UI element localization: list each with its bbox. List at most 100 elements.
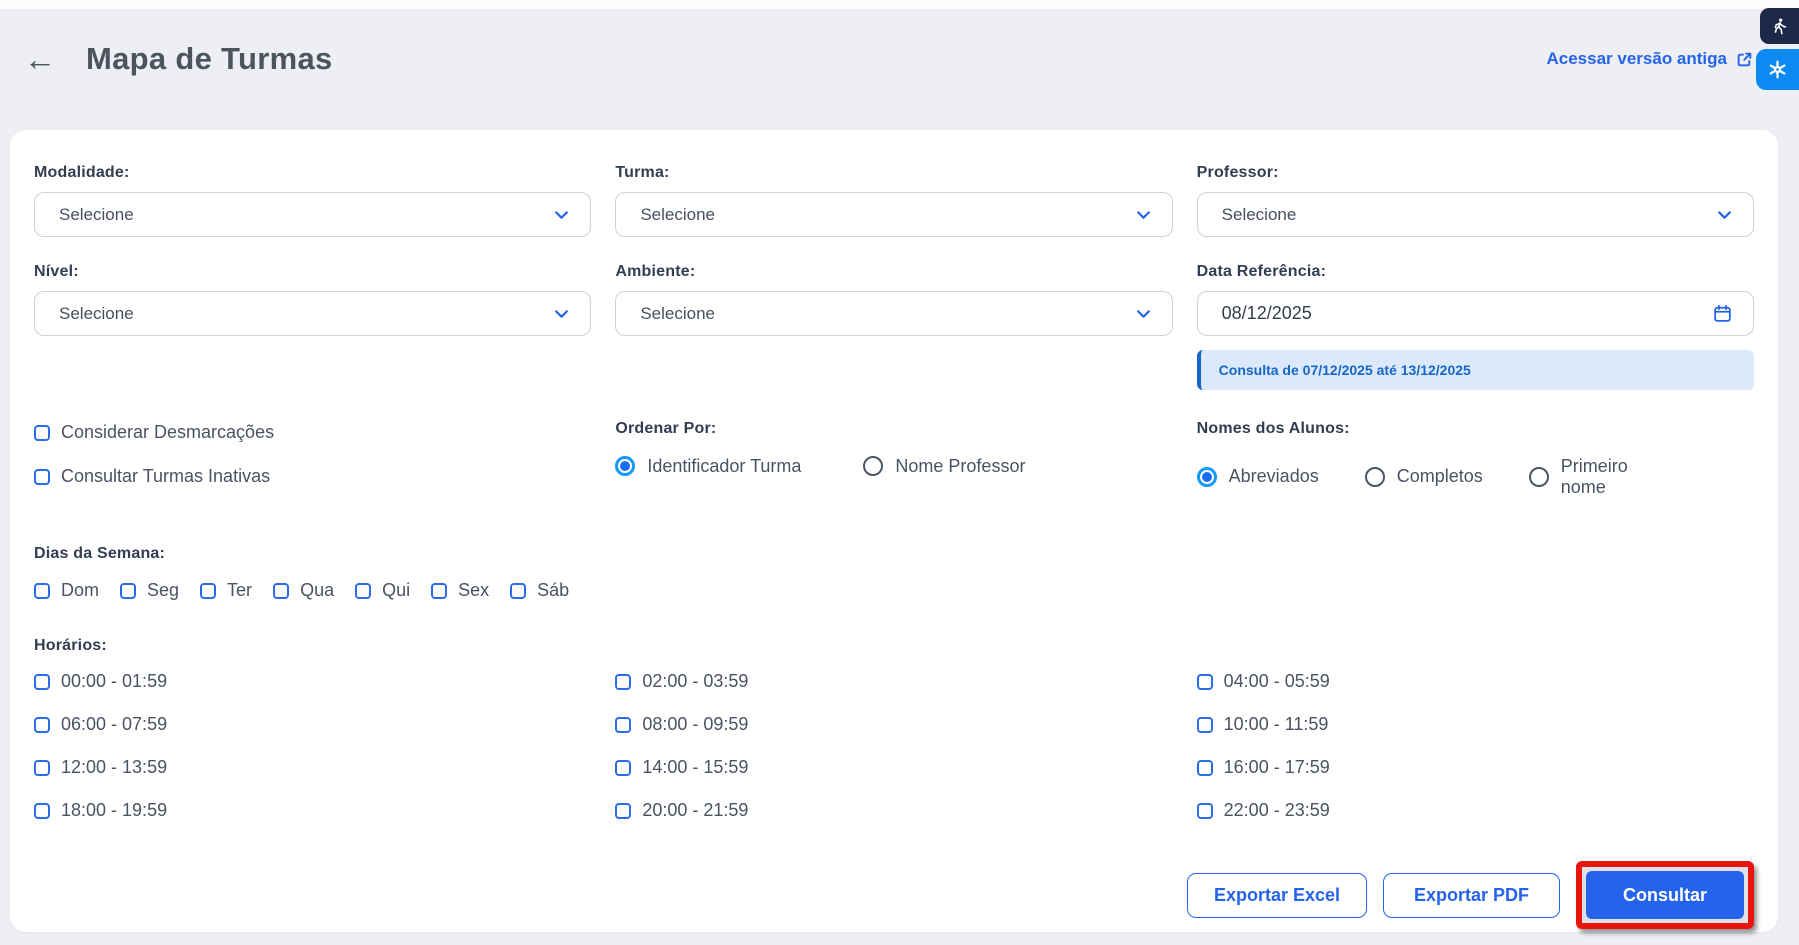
checkbox-horario-22-23[interactable]: 22:00 - 23:59	[1197, 800, 1754, 821]
dias-semana-group: Dias da Semana: Dom Seg Ter Qua Qui	[34, 545, 1754, 601]
checkbox-label: 20:00 - 21:59	[642, 800, 748, 821]
checkbox-box[interactable]	[1197, 717, 1213, 733]
professor-select[interactable]: Selecione	[1197, 192, 1754, 237]
checkbox-box[interactable]	[1197, 803, 1213, 819]
export-pdf-button[interactable]: Exportar PDF	[1383, 873, 1560, 918]
checkbox-consultar-turmas-inativas[interactable]: Consultar Turmas Inativas	[34, 466, 591, 487]
checkbox-box[interactable]	[615, 803, 631, 819]
checkbox-dom[interactable]: Dom	[34, 580, 99, 601]
chevron-down-icon	[1135, 206, 1152, 223]
checkbox-box[interactable]	[34, 469, 50, 485]
calendar-icon[interactable]	[1712, 303, 1733, 324]
radio-label: Primeiro nome	[1561, 456, 1639, 497]
radio-primeiro-nome[interactable]: Primeiro nome	[1529, 456, 1639, 497]
filters-row-2: Nível: Selecione Ambiente: Selecione Dat…	[34, 263, 1754, 390]
nivel-label: Nível:	[34, 263, 591, 281]
checkbox-box[interactable]	[120, 583, 136, 599]
checkbox-horario-02-03[interactable]: 02:00 - 03:59	[615, 671, 1172, 692]
radio-nome-professor[interactable]: Nome Professor	[863, 456, 1025, 477]
checkbox-horario-20-21[interactable]: 20:00 - 21:59	[615, 800, 1172, 821]
checkbox-seg[interactable]: Seg	[120, 580, 179, 601]
checkbox-horario-06-07[interactable]: 06:00 - 07:59	[34, 714, 591, 735]
turma-value: Selecione	[640, 205, 1134, 225]
checkbox-horario-14-15[interactable]: 14:00 - 15:59	[615, 757, 1172, 778]
radio-completos[interactable]: Completos	[1365, 466, 1483, 487]
checkbox-horario-04-05[interactable]: 04:00 - 05:59	[1197, 671, 1754, 692]
checkbox-sex[interactable]: Sex	[431, 580, 489, 601]
radio-label: Abreviados	[1229, 466, 1319, 487]
old-version-link[interactable]: Acessar versão antiga	[1547, 49, 1754, 69]
checkbox-considerar-desmarcacoes[interactable]: Considerar Desmarcações	[34, 422, 591, 443]
checkbox-qui[interactable]: Qui	[355, 580, 410, 601]
checkbox-label: Qui	[382, 580, 410, 601]
checkbox-label: 02:00 - 03:59	[642, 671, 748, 692]
checkbox-box[interactable]	[615, 674, 631, 690]
checkbox-sab[interactable]: Sáb	[510, 580, 569, 601]
checkbox-label: 12:00 - 13:59	[61, 757, 167, 778]
checkbox-box[interactable]	[273, 583, 289, 599]
checkbox-box[interactable]	[1197, 760, 1213, 776]
horarios-checkboxes: 00:00 - 01:59 02:00 - 03:59 04:00 - 05:5…	[34, 671, 1754, 821]
checkbox-box[interactable]	[34, 717, 50, 733]
radio-button[interactable]	[863, 456, 883, 476]
checkbox-label: 18:00 - 19:59	[61, 800, 167, 821]
checkbox-box[interactable]	[1197, 674, 1213, 690]
radio-label: Nome Professor	[895, 456, 1025, 477]
field-data-referencia: Data Referência: 08/12/2025 Consulta de …	[1197, 263, 1754, 390]
ordenar-por-group: Ordenar Por: Identificador Turma Nome Pr…	[615, 420, 1172, 497]
footer-actions: Exportar Excel Exportar PDF Consultar	[34, 861, 1754, 929]
field-turma: Turma: Selecione	[615, 164, 1172, 237]
export-excel-button[interactable]: Exportar Excel	[1187, 873, 1367, 918]
turma-select[interactable]: Selecione	[615, 192, 1172, 237]
checkbox-box[interactable]	[615, 760, 631, 776]
checkbox-box[interactable]	[510, 583, 526, 599]
chevron-down-icon	[553, 206, 570, 223]
checkbox-horario-10-11[interactable]: 10:00 - 11:59	[1197, 714, 1754, 735]
checkbox-box[interactable]	[200, 583, 216, 599]
ambiente-select[interactable]: Selecione	[615, 291, 1172, 336]
checkbox-box[interactable]	[34, 425, 50, 441]
radio-abreviados[interactable]: Abreviados	[1197, 466, 1319, 487]
checkbox-horario-12-13[interactable]: 12:00 - 13:59	[34, 757, 591, 778]
checkbox-box[interactable]	[34, 803, 50, 819]
checkbox-horario-16-17[interactable]: 16:00 - 17:59	[1197, 757, 1754, 778]
checkbox-horario-08-09[interactable]: 08:00 - 09:59	[615, 714, 1172, 735]
radio-button-selected[interactable]	[615, 456, 635, 476]
assistant-widget-button[interactable]	[1756, 49, 1799, 90]
radio-button[interactable]	[1529, 467, 1549, 487]
checkbox-box[interactable]	[34, 674, 50, 690]
horarios-label: Horários:	[34, 637, 1754, 655]
accessibility-widget-button[interactable]	[1760, 8, 1799, 44]
checkbox-box[interactable]	[431, 583, 447, 599]
back-arrow-icon[interactable]: ←	[24, 43, 56, 75]
consultar-button[interactable]: Consultar	[1586, 871, 1744, 919]
filters-card: Modalidade: Selecione Turma: Selecione P…	[10, 130, 1778, 932]
professor-label: Professor:	[1197, 164, 1754, 182]
field-modalidade: Modalidade: Selecione	[34, 164, 591, 237]
radio-label: Identificador Turma	[647, 456, 801, 477]
checkbox-box[interactable]	[355, 583, 371, 599]
turma-label: Turma:	[615, 164, 1172, 182]
field-professor: Professor: Selecione	[1197, 164, 1754, 237]
walking-person-icon	[1770, 16, 1789, 37]
radio-button[interactable]	[1365, 467, 1385, 487]
checkbox-box[interactable]	[34, 760, 50, 776]
checkbox-label: 14:00 - 15:59	[642, 757, 748, 778]
checkbox-box[interactable]	[615, 717, 631, 733]
ambiente-value: Selecione	[640, 304, 1134, 324]
radio-button-selected[interactable]	[1197, 467, 1217, 487]
checkbox-label: 10:00 - 11:59	[1224, 714, 1329, 735]
checkbox-horario-00-01[interactable]: 00:00 - 01:59	[34, 671, 591, 692]
radio-identificador-turma[interactable]: Identificador Turma	[615, 456, 801, 477]
checkbox-horario-18-19[interactable]: 18:00 - 19:59	[34, 800, 591, 821]
dias-semana-checkboxes: Dom Seg Ter Qua Qui Sex	[34, 580, 1754, 601]
checkbox-ter[interactable]: Ter	[200, 580, 252, 601]
modalidade-select[interactable]: Selecione	[34, 192, 591, 237]
nivel-select[interactable]: Selecione	[34, 291, 591, 336]
chevron-down-icon	[1716, 206, 1733, 223]
checkbox-qua[interactable]: Qua	[273, 580, 334, 601]
data-referencia-input[interactable]: 08/12/2025	[1197, 291, 1754, 336]
checkbox-box[interactable]	[34, 583, 50, 599]
horarios-group: Horários: 00:00 - 01:59 02:00 - 03:59 04…	[34, 637, 1754, 821]
checkbox-label: Dom	[61, 580, 99, 601]
